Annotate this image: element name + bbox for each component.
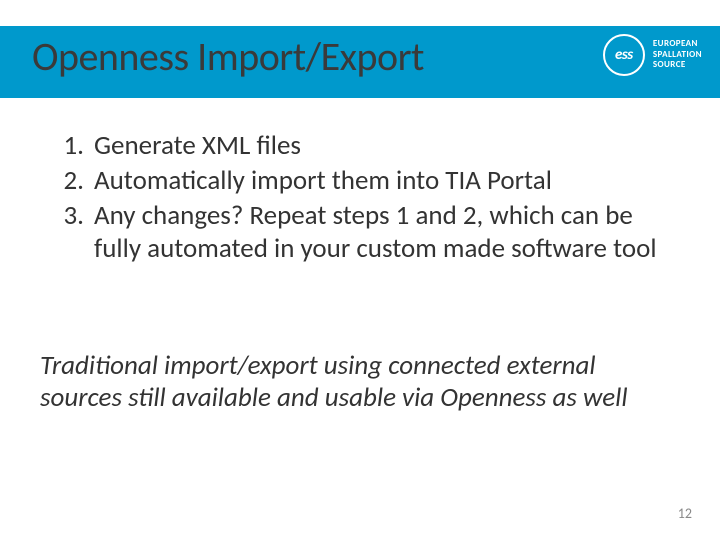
logo-abbr: ess xyxy=(615,46,633,64)
steps-list: Generate XML files Automatically import … xyxy=(40,130,670,266)
slide: Openness Import/Export ess EUROPEAN SPAL… xyxy=(0,0,720,540)
page-number: 12 xyxy=(678,505,692,522)
list-item: Automatically import them into TIA Porta… xyxy=(40,165,670,198)
list-item: Generate XML files xyxy=(40,130,670,163)
logo-full-name: EUROPEAN SPALLATION SOURCE xyxy=(653,39,702,71)
logo: ess EUROPEAN SPALLATION SOURCE xyxy=(603,34,702,76)
body-content: Generate XML files Automatically import … xyxy=(40,130,670,268)
logo-line: EUROPEAN xyxy=(653,39,702,50)
logo-circle-icon: ess xyxy=(603,34,645,76)
page-title: Openness Import/Export xyxy=(32,32,424,81)
list-item: Any changes? Repeat steps 1 and 2, which… xyxy=(40,200,670,266)
note-text: Traditional import/export using connecte… xyxy=(40,350,640,415)
logo-line: SOURCE xyxy=(653,60,702,71)
